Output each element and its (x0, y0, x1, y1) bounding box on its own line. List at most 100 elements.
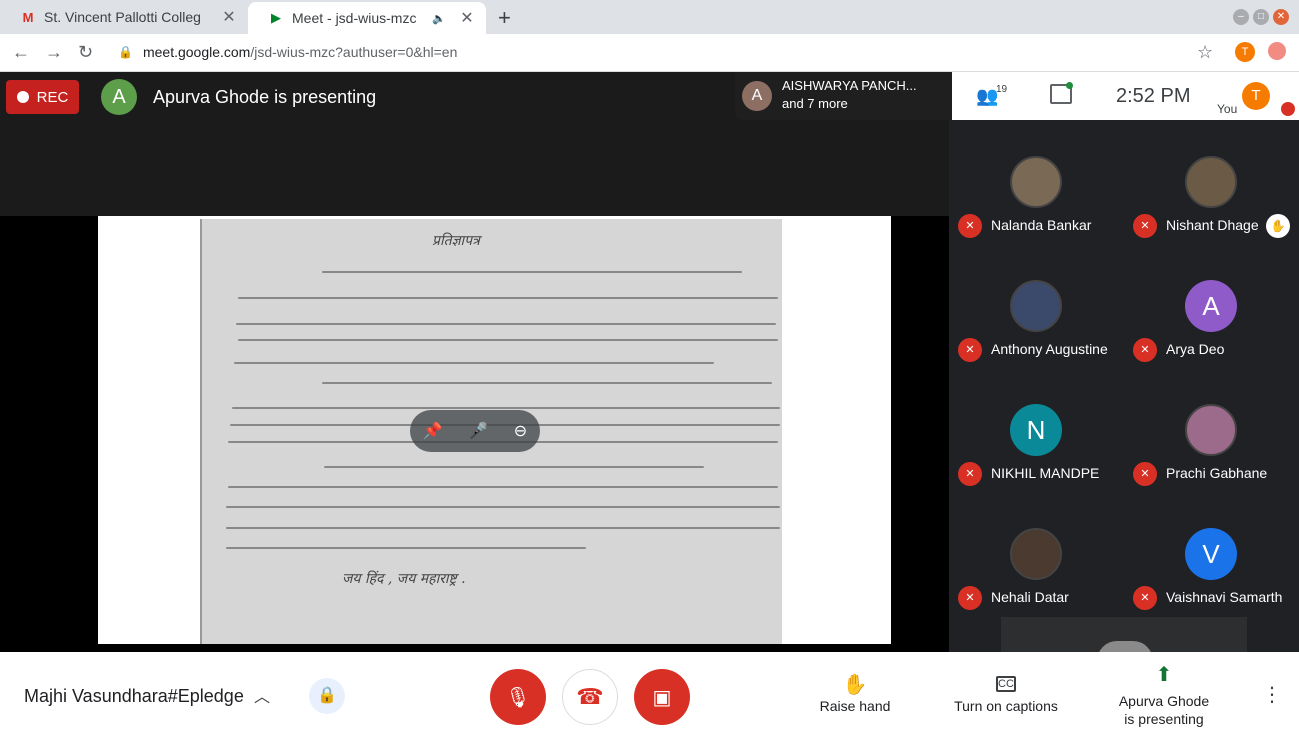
back-icon[interactable]: ← (12, 42, 30, 63)
meeting-controls-bar: Majhi Vasundhara#Epledge ︿ 🔒 🎙 ☎ ▣ ✋ Rai… (0, 652, 1299, 741)
tab-college[interactable]: M St. Vincent Pallotti Colleg ✕ (0, 0, 248, 34)
mic-icon[interactable]: 🎤 (468, 421, 488, 441)
hand-icon: ✋ (842, 674, 868, 696)
muted-mic-icon: ✕ (958, 338, 982, 362)
participant-tile[interactable]: ✕ Nishant Dhage ✋ (1124, 120, 1299, 244)
reload-icon[interactable]: ↻ (78, 42, 93, 63)
muted-mic-icon: ✕ (1133, 586, 1157, 610)
gmail-icon: M (22, 9, 34, 25)
text-line (226, 547, 586, 549)
close-window-icon[interactable]: ✕ (1273, 9, 1289, 25)
participant-name: Anthony Augustine (991, 341, 1108, 357)
presenting-line2: is presenting (1124, 711, 1204, 727)
raised-hand-icon: ✋ (1266, 214, 1290, 238)
you-label: You (1217, 102, 1238, 116)
muted-mic-icon: ✕ (958, 214, 982, 238)
raise-hand-label: Raise hand (819, 698, 891, 714)
url-path: /jsd-wius-mzc?authuser=0&hl=en (250, 44, 458, 60)
minimize-icon[interactable]: – (1233, 9, 1249, 25)
text-line (236, 323, 776, 325)
participant-tile[interactable]: ✕ Nalanda Bankar (949, 120, 1124, 244)
profile-avatar[interactable]: T (1235, 42, 1255, 62)
meeting-clock: 2:52 PM (1116, 85, 1191, 107)
tab-meet[interactable]: ▶ Meet - jsd-wius-mzc 🔈 ✕ (248, 2, 486, 34)
url-field[interactable]: 🔒 meet.google.com/jsd-wius-mzc?authuser=… (118, 44, 457, 60)
self-avatar[interactable]: T (1242, 82, 1270, 110)
text-line (322, 382, 772, 384)
meet-icon: ▶ (271, 10, 281, 25)
meeting-info-bar: 👥 19 2:52 PM You T (952, 72, 1299, 120)
close-icon[interactable]: ✕ (458, 8, 476, 28)
self-view-tile[interactable] (1001, 617, 1247, 661)
participant-tile[interactable]: N ✕ NIKHIL MANDPE (949, 368, 1124, 492)
presenting-line1: Apurva Ghode (1118, 693, 1210, 709)
participant-tile[interactable]: ✕ Anthony Augustine (949, 244, 1124, 368)
muted-mic-icon: ✕ (1133, 214, 1157, 238)
participant-avatar (1010, 156, 1062, 208)
captions-label: Turn on captions (954, 698, 1058, 714)
captions-button[interactable]: CC Turn on captions (950, 672, 1062, 714)
close-icon[interactable]: ✕ (220, 7, 238, 27)
participant-tile[interactable]: ✕ Prachi Gabhane (1124, 368, 1299, 492)
participant-tile[interactable]: V ✕ Vaishnavi Samarth (1124, 492, 1299, 616)
window-controls: – □ ✕ (1233, 9, 1289, 25)
participant-avatar (1185, 156, 1237, 208)
muted-mic-icon: ✕ (1133, 338, 1157, 362)
mic-toggle-button[interactable]: 🎙 (490, 669, 546, 725)
text-line (226, 527, 780, 529)
speaker-icon[interactable]: 🔈 (432, 12, 446, 25)
participant-avatar (1010, 528, 1062, 580)
more-options-icon[interactable]: ⋮ (1262, 682, 1282, 707)
text-line (238, 297, 778, 299)
participant-name: NIKHIL MANDPE (991, 465, 1100, 481)
participant-name: Vaishnavi Samarth (1166, 589, 1283, 605)
maximize-icon[interactable]: □ (1253, 9, 1269, 25)
pin-icon[interactable]: 📌 (423, 421, 443, 441)
captions-icon: CC (996, 676, 1016, 692)
camera-toggle-button[interactable]: ▣ (634, 669, 690, 725)
participant-tile[interactable]: ✕ Nehali Datar (949, 492, 1124, 616)
host-controls-shield-icon[interactable]: 🔒 (309, 678, 345, 714)
notification-line1: AISHWARYA PANCH... (782, 78, 917, 93)
meet-stage: REC A Apurva Ghode is presenting A AISHW… (0, 72, 1299, 661)
rec-label: REC (36, 88, 69, 106)
muted-mic-icon: ✕ (1133, 462, 1157, 486)
join-notification[interactable]: A AISHWARYA PANCH... and 7 more (735, 72, 952, 120)
document-footer: जय हिंद , जय महाराष्ट्र . (342, 571, 466, 587)
extension-icon[interactable] (1268, 42, 1286, 60)
recording-badge: REC (6, 80, 79, 114)
participant-name: Nishant Dhage (1166, 217, 1259, 233)
text-line (238, 339, 778, 341)
presenting-text: Apurva Ghode is presenting (153, 87, 377, 107)
camera-off-icon: ▣ (652, 686, 672, 709)
tab-title: St. Vincent Pallotti Colleg (44, 9, 201, 25)
text-line (234, 362, 714, 364)
text-line (322, 271, 742, 273)
remove-icon[interactable]: ⊖ (514, 421, 527, 441)
text-line (324, 466, 704, 468)
presenter-avatar: A (101, 79, 137, 115)
new-tab-button[interactable]: + (498, 5, 511, 31)
forward-icon[interactable]: → (45, 42, 63, 63)
chevron-up-icon[interactable]: ︿ (254, 683, 270, 707)
notification-avatar: A (742, 81, 772, 111)
document-title: प्रतिज्ञापत्र (432, 233, 480, 249)
raise-hand-button[interactable]: ✋ Raise hand (815, 672, 895, 714)
tab-title: Meet - jsd-wius-mzc (292, 10, 417, 26)
tile-overlay-controls: 📌 🎤 ⊖ (410, 410, 540, 452)
participant-name: Prachi Gabhane (1166, 465, 1268, 481)
browser-tab-bar: M St. Vincent Pallotti Colleg ✕ ▶ Meet -… (0, 0, 1299, 34)
url-host: meet.google.com (142, 44, 251, 60)
meeting-name: Majhi Vasundhara#Epledge (24, 686, 244, 706)
participant-avatar (1010, 280, 1062, 332)
participant-name: Nalanda Bankar (991, 217, 1092, 233)
lock-icon[interactable]: 🔒 (118, 45, 133, 59)
participant-tile[interactable]: A ✕ Arya Deo (1124, 244, 1299, 368)
notification-line2: and 7 more (782, 96, 848, 111)
leave-call-button[interactable]: ☎ (562, 669, 618, 725)
presentation-button[interactable]: ⬆ Apurva Ghode is presenting (1112, 665, 1216, 728)
text-line (232, 407, 780, 409)
bookmark-star-icon[interactable]: ☆ (1197, 42, 1213, 63)
participant-avatar: V (1185, 528, 1237, 580)
participant-name: Nehali Datar (991, 589, 1069, 605)
